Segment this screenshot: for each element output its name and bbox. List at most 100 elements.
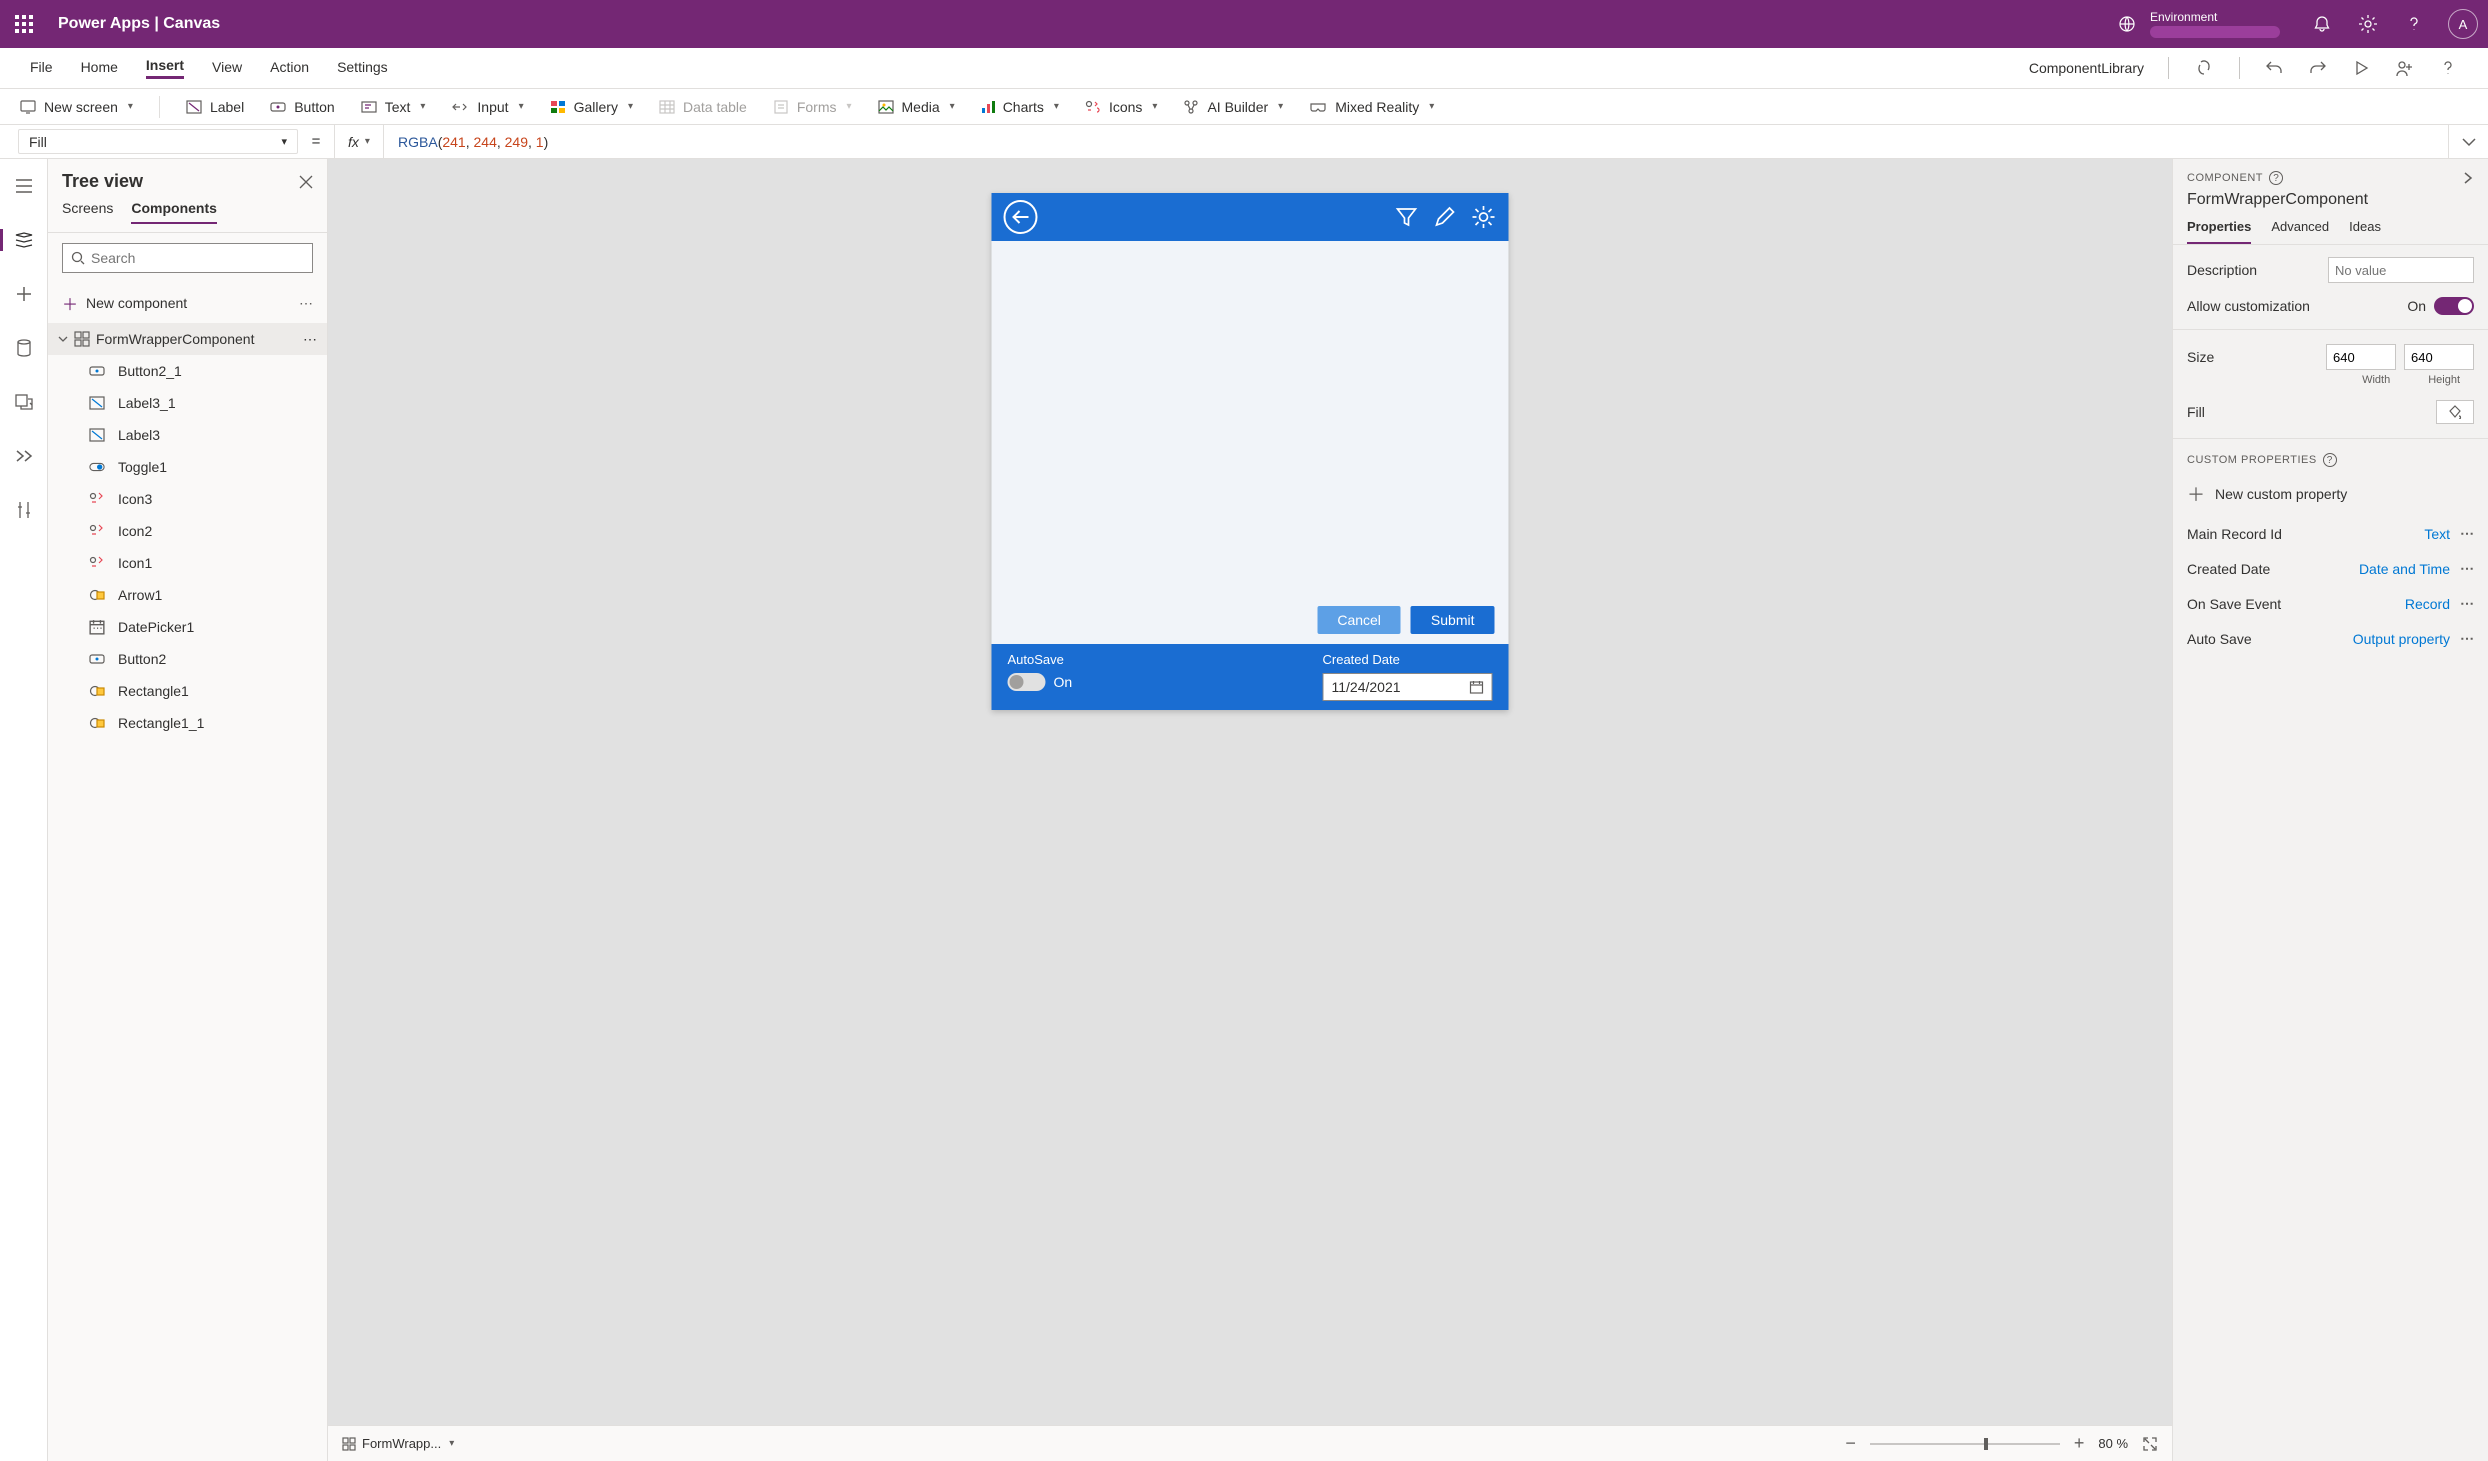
undo-icon[interactable] <box>2264 58 2284 78</box>
help-menu-icon[interactable] <box>2438 58 2458 78</box>
chevron-down-icon[interactable] <box>58 334 68 344</box>
hamburger-icon[interactable] <box>11 173 37 199</box>
fill-picker[interactable] <box>2436 400 2474 424</box>
plus-icon[interactable]: ＋ <box>62 291 78 315</box>
share-icon[interactable] <box>2394 58 2414 78</box>
custom-property-row[interactable]: Auto SaveOutput property⋯ <box>2187 630 2474 647</box>
menu-settings[interactable]: Settings <box>337 59 388 78</box>
advanced-tools-icon[interactable] <box>11 443 37 469</box>
edit-icon[interactable] <box>1433 205 1457 229</box>
collapse-panel-icon[interactable] <box>2462 171 2474 185</box>
search-box[interactable] <box>62 243 313 273</box>
more-icon[interactable]: ⋯ <box>2460 525 2474 542</box>
tree-node[interactable]: Toggle1 <box>48 451 327 483</box>
tab-ideas[interactable]: Ideas <box>2349 219 2381 244</box>
tree-node[interactable]: Button2 <box>48 643 327 675</box>
close-panel-icon[interactable] <box>299 175 313 189</box>
submit-button[interactable]: Submit <box>1411 606 1495 634</box>
new-component-button[interactable]: New component <box>86 295 187 311</box>
media-panel-icon[interactable] <box>11 389 37 415</box>
menu-action[interactable]: Action <box>270 59 309 78</box>
calendar-icon[interactable] <box>1470 680 1484 694</box>
label-tool[interactable]: Label <box>186 99 244 115</box>
width-input[interactable] <box>2326 344 2396 370</box>
charts-tool[interactable]: Charts▾ <box>981 99 1059 115</box>
tree-node[interactable]: Rectangle1 <box>48 675 327 707</box>
zoom-in-icon[interactable]: + <box>2074 1433 2085 1454</box>
custom-property-row[interactable]: Created DateDate and Time⋯ <box>2187 560 2474 577</box>
menu-file[interactable]: File <box>30 59 53 78</box>
tree-node[interactable]: Label3_1 <box>48 387 327 419</box>
new-screen-tool[interactable]: New screen▾ <box>20 99 133 115</box>
menu-home[interactable]: Home <box>81 59 118 78</box>
tree-node[interactable]: Icon3 <box>48 483 327 515</box>
filter-icon[interactable] <box>1395 205 1419 229</box>
custom-property-row[interactable]: Main Record IdText⋯ <box>2187 525 2474 542</box>
expand-formula-icon[interactable] <box>2448 125 2488 158</box>
search-input[interactable] <box>91 250 304 266</box>
canvas-area[interactable]: Cancel Submit AutoSave On Created Date 1… <box>328 159 2172 1461</box>
property-selector[interactable]: Fill▾ <box>18 129 298 154</box>
description-input[interactable] <box>2328 257 2474 283</box>
allow-customization-toggle[interactable] <box>2434 297 2474 315</box>
height-input[interactable] <box>2404 344 2474 370</box>
app-checker-icon[interactable] <box>2193 57 2215 79</box>
tree-node[interactable]: Icon1 <box>48 547 327 579</box>
component-help-icon[interactable]: ? <box>2269 171 2283 185</box>
tree-node[interactable]: Label3 <box>48 419 327 451</box>
back-arrow-icon[interactable] <box>1004 200 1038 234</box>
tools-icon[interactable] <box>11 497 37 523</box>
input-tool[interactable]: Input▾ <box>451 99 523 115</box>
settings-icon[interactable] <box>2356 12 2380 36</box>
custom-help-icon[interactable]: ? <box>2323 453 2337 467</box>
menu-insert[interactable]: Insert <box>146 57 184 79</box>
tab-components[interactable]: Components <box>131 200 217 224</box>
add-icon[interactable] <box>11 281 37 307</box>
tree-root-component[interactable]: FormWrapperComponent ⋯ <box>48 323 327 355</box>
tree-root-more-icon[interactable]: ⋯ <box>303 331 317 348</box>
tree-node[interactable]: Rectangle1_1 <box>48 707 327 739</box>
tree-view-icon[interactable] <box>11 227 37 253</box>
ai-builder-tool[interactable]: AI Builder▾ <box>1183 99 1283 115</box>
text-tool[interactable]: Text▾ <box>361 99 426 115</box>
more-icon[interactable]: ⋯ <box>2460 560 2474 577</box>
data-icon[interactable] <box>11 335 37 361</box>
more-icon[interactable]: ⋯ <box>2460 630 2474 647</box>
play-icon[interactable] <box>2352 59 2370 77</box>
breadcrumb[interactable]: FormWrapp... ▾ <box>342 1436 454 1451</box>
help-icon[interactable] <box>2402 12 2426 36</box>
tree-node[interactable]: DatePicker1 <box>48 611 327 643</box>
autosave-toggle[interactable] <box>1008 673 1046 691</box>
menu-view[interactable]: View <box>212 59 242 78</box>
notifications-icon[interactable] <box>2310 12 2334 36</box>
tab-advanced[interactable]: Advanced <box>2271 219 2329 244</box>
gallery-tool[interactable]: Gallery▾ <box>550 99 633 115</box>
fx-button[interactable]: fx▾ <box>334 125 384 158</box>
tab-properties[interactable]: Properties <box>2187 219 2251 244</box>
mixed-reality-tool[interactable]: Mixed Reality▾ <box>1309 99 1434 115</box>
redo-icon[interactable] <box>2308 58 2328 78</box>
cancel-button[interactable]: Cancel <box>1317 606 1401 634</box>
components-more-icon[interactable]: ⋯ <box>299 295 313 312</box>
formula-input[interactable]: RGBA(241, 244, 249, 1) <box>384 125 2448 158</box>
tree-node[interactable]: Button2_1 <box>48 355 327 387</box>
new-custom-property-button[interactable]: ＋ New custom property <box>2187 481 2474 507</box>
avatar[interactable]: A <box>2448 9 2478 39</box>
more-icon[interactable]: ⋯ <box>2460 595 2474 612</box>
custom-property-row[interactable]: On Save EventRecord⋯ <box>2187 595 2474 612</box>
icons-tool[interactable]: Icons▾ <box>1085 99 1158 115</box>
component-canvas[interactable]: Cancel Submit AutoSave On Created Date 1… <box>992 193 1509 710</box>
media-tool[interactable]: Media▾ <box>878 99 955 115</box>
component-library-button[interactable]: ComponentLibrary <box>2029 60 2144 76</box>
zoom-slider[interactable] <box>1870 1443 2060 1445</box>
zoom-out-icon[interactable]: − <box>1845 1433 1856 1454</box>
created-date-input[interactable]: 11/24/2021 <box>1323 673 1493 701</box>
gear-icon[interactable] <box>1471 204 1497 230</box>
fit-screen-icon[interactable] <box>2142 1436 2158 1452</box>
tree-node[interactable]: Icon2 <box>48 515 327 547</box>
environment-icon[interactable] <box>2116 13 2138 35</box>
tab-screens[interactable]: Screens <box>62 200 113 224</box>
tree-node[interactable]: Arrow1 <box>48 579 327 611</box>
button-tool[interactable]: Button <box>270 99 334 115</box>
environment-name[interactable] <box>2150 26 2280 38</box>
